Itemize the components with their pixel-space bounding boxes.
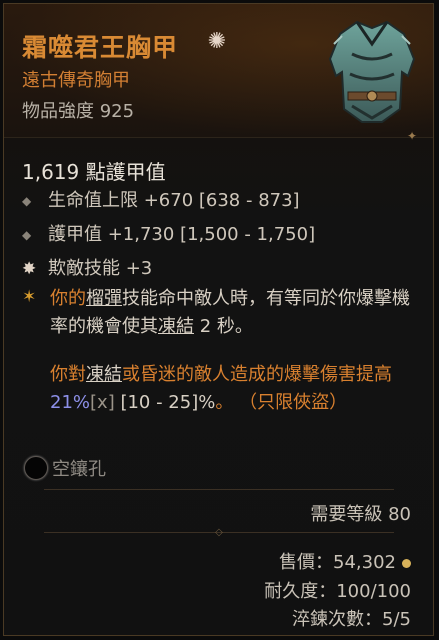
affix-text: 欺敵技能 +3 [48,258,153,279]
item-name: 霜噬君王胸甲 [22,33,179,62]
affix-subterfuge: ✸ 欺敵技能 +3 [22,254,152,280]
keyword-frozen: 凍結 [158,316,194,337]
divider-ornament-icon: ◇ [215,527,223,538]
keyword-grenades: 榴彈 [86,288,122,309]
aspect-text-2: 你對凍結或昏迷的敵人造成的爆擊傷害提高 21%[x] [10 - 25]%。 （… [50,364,392,413]
affix-text: 護甲值 +1,730 [1,500 - 1,750] [48,224,316,245]
gold-coin-icon [402,558,411,568]
affix-text: 生命值上限 +670 [638 - 873] [48,190,300,211]
multiplier-tag: [x] [90,392,115,413]
sell-price-text: 售價：54,302 [279,552,396,573]
aspect-bullet: ✶ [22,286,48,307]
aspect-roll-value: 21% [50,392,91,413]
affix-armor: ◆ 護甲值 +1,730 [1,500 - 1,750] [22,220,315,246]
empty-socket-icon [24,456,48,480]
armor-value: 1,619 點護甲值 [22,160,166,184]
diamond-bullet-icon: ◆ [22,228,32,242]
keyword-frozen: 凍結 [86,364,122,385]
tooltip-header: 霜噬君王胸甲 ✺ 遠古傳奇胸甲 物品強度 925 ✦ [4,4,433,143]
ancestral-star-icon: ✺ [207,29,227,54]
legendary-aspect-star-icon: ✶ [22,287,37,307]
socket-label: 空鑲孔 [52,459,106,480]
temper-count: 淬鍊次數：5/5 [292,609,411,630]
chest-armor-image [328,20,416,123]
item-tooltip: 霜噬君王胸甲 ✺ 遠古傳奇胸甲 物品強度 925 ✦ 1,619 點護甲值 ◆ 生… [3,3,434,636]
aspect-text-1: 你的榴彈技能命中敵人時，有等同於你爆擊機率的機會使其凍結 2 秒。 [50,288,410,337]
corner-ornament-icon: ✦ [407,129,418,143]
item-type: 遠古傳奇胸甲 [22,70,130,91]
item-power: 物品強度 925 [22,101,135,122]
affix-life: ◆ 生命值上限 +670 [638 - 873] [22,186,300,212]
sell-price: 售價：54,302 [279,548,411,574]
divider [44,489,394,490]
diamond-bullet-icon: ◆ [22,194,32,208]
durability: 耐久度：100/100 [264,581,411,602]
greater-affix-star-icon: ✸ [22,259,37,279]
level-requirement: 需要等級 80 [310,504,411,525]
